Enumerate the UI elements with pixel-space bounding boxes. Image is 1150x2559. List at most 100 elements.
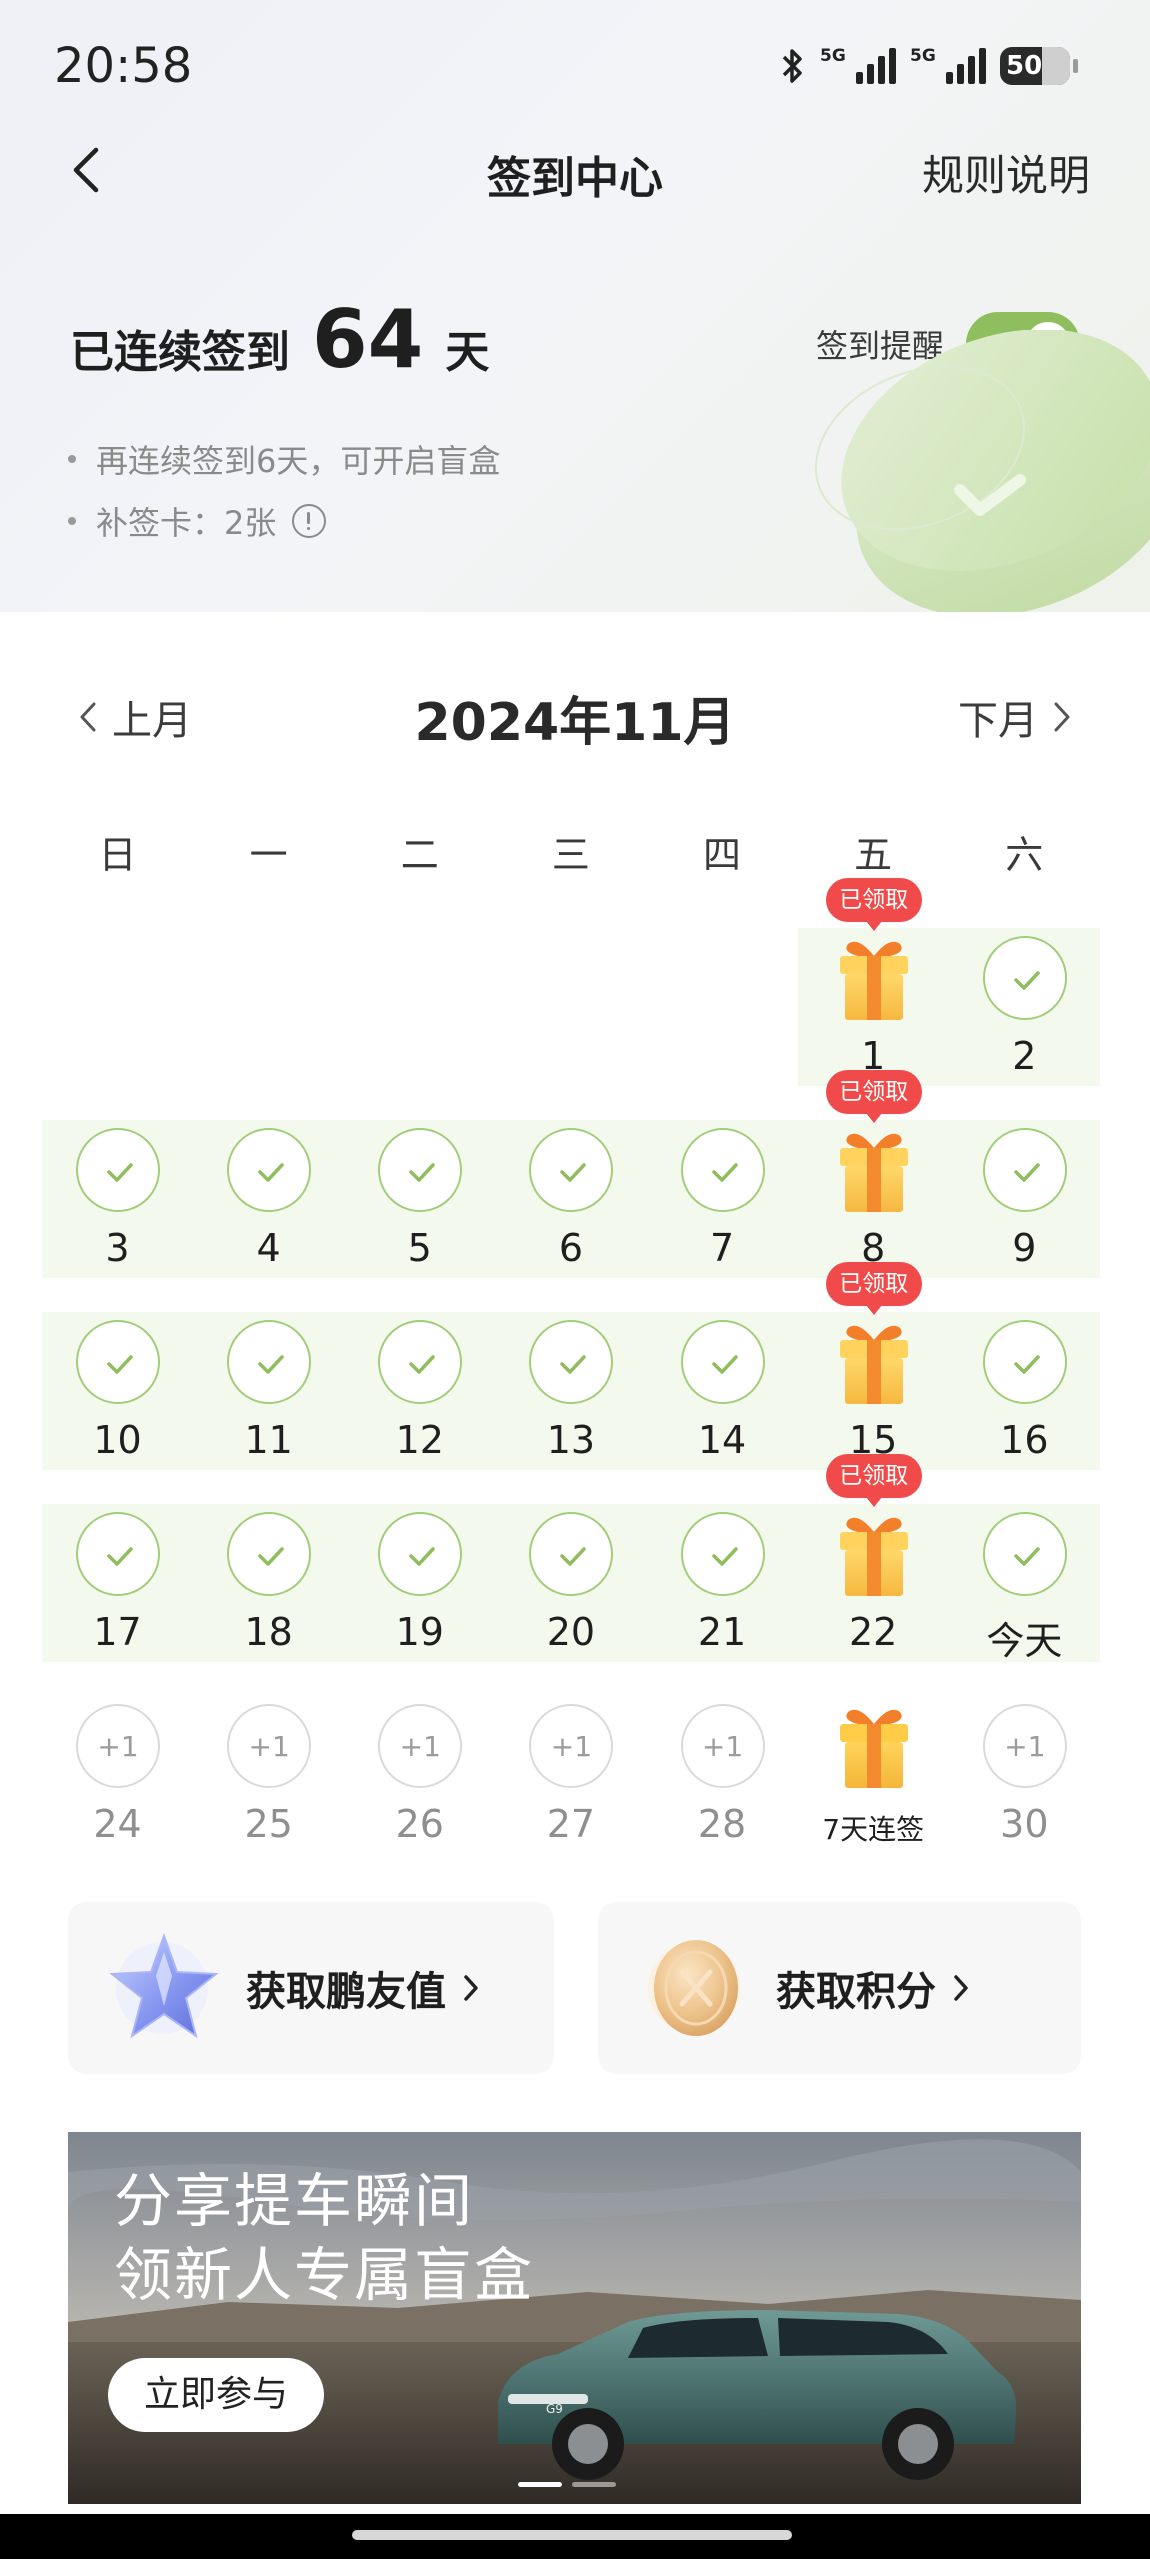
weekday-header: 日 一 二 三 四 五 六 [42, 824, 1100, 879]
day-label: 27 [546, 1802, 596, 1846]
calendar-day-cell[interactable]: 21 [647, 1512, 798, 1692]
chevron-right-icon [954, 1975, 968, 2001]
day-label: 11 [244, 1418, 293, 1462]
calendar-day-cell[interactable]: 12 [344, 1320, 495, 1500]
day-label: 21 [697, 1610, 747, 1654]
day-label: 26 [395, 1802, 444, 1846]
calendar-day-cell[interactable]: 19 [344, 1512, 495, 1692]
calendar-day-cell[interactable]: 已领取 22 [798, 1454, 949, 1692]
check-icon [378, 1512, 463, 1596]
day-label: 30 [1000, 1802, 1049, 1846]
signal-icon: 5G [910, 46, 986, 86]
calendar-day-cell[interactable]: 18 [193, 1512, 344, 1692]
day-label: 28 [697, 1802, 747, 1846]
weekday-label: 二 [400, 833, 439, 877]
check-icon [227, 1128, 312, 1212]
day-label: 14 [697, 1418, 747, 1462]
car-badge: G9 [546, 2402, 563, 2416]
back-button[interactable] [60, 138, 120, 202]
get-friend-points-button[interactable]: 获取鹏友值 [68, 1902, 554, 2074]
plus-one-icon: +1 [982, 1704, 1067, 1788]
calendar-day-cell[interactable]: 6 [495, 1128, 646, 1308]
chevron-right-icon [464, 1975, 478, 2001]
month-navigation: 上月 2024年11月 下月 [0, 676, 1150, 756]
calendar-day-cell[interactable]: +1 27 [495, 1704, 646, 1884]
info-icon[interactable] [292, 504, 327, 538]
plus-one-icon: +1 [378, 1704, 463, 1788]
banner-subheadline: 领新人专属盲盒 [114, 2241, 535, 2309]
star-icon [109, 1933, 219, 2039]
home-indicator[interactable] [352, 2530, 792, 2540]
check-icon [529, 1512, 614, 1596]
calendar-day-cell[interactable]: +1 30 [949, 1704, 1100, 1884]
day-label: 16 [1000, 1418, 1049, 1462]
points-label: 获取积分 [776, 1969, 936, 2015]
day-label: 24 [93, 1802, 142, 1846]
claimed-badge: 已领取 [825, 878, 922, 931]
calendar-day-cell[interactable]: 10 [42, 1320, 193, 1500]
calendar-day-cell[interactable]: 9 [949, 1128, 1100, 1308]
streak-notes: 再连续签到6天，可开启盲盒 补签卡：2张 [68, 428, 500, 552]
day-label: 19 [395, 1610, 444, 1654]
calendar-day-cell[interactable]: 16 [949, 1320, 1100, 1500]
day-label: 4 [256, 1226, 281, 1270]
claimed-badge: 已领取 [825, 1070, 922, 1123]
join-now-button[interactable]: 立即参与 [108, 2358, 324, 2432]
note-makeup-card-text: 补签卡：2张 [96, 504, 277, 542]
signal-icon: 5G [820, 46, 896, 86]
calendar-day-cell[interactable]: 4 [193, 1128, 344, 1308]
check-icon [529, 1320, 614, 1404]
calendar-day-cell[interactable]: 7 [647, 1128, 798, 1308]
day-label: 10 [93, 1418, 142, 1462]
next-month-button[interactable]: 下月 [958, 688, 1072, 746]
coin-icon [648, 1940, 740, 2036]
calendar-day-cell[interactable]: 7天连签 [798, 1704, 949, 1884]
pagination-dot[interactable] [518, 2482, 562, 2487]
check-icon [378, 1128, 463, 1212]
weekday-label: 一 [249, 833, 288, 877]
weekday-label: 三 [551, 833, 590, 877]
gift-icon [834, 1124, 914, 1216]
streak-summary: 已连续签到 64 天 [70, 300, 489, 380]
weekday-label: 五 [854, 833, 893, 877]
weekday-label: 六 [1005, 833, 1044, 877]
plus-one-icon: +1 [76, 1704, 160, 1788]
get-points-button[interactable]: 获取积分 [598, 1902, 1081, 2074]
day-label: 今天 [986, 1619, 1063, 1663]
battery-icon: 50 [1000, 47, 1078, 85]
bluetooth-icon [782, 49, 802, 83]
calendar-day-cell[interactable]: +1 25 [193, 1704, 344, 1884]
calendar-day-cell[interactable]: 17 [42, 1512, 193, 1692]
bullet-dot [68, 517, 76, 525]
check-icon [982, 936, 1067, 1020]
day-label: 2 [1012, 1034, 1037, 1078]
calendar-day-cell[interactable]: 3 [42, 1128, 193, 1308]
banner-headline: 分享提车瞬间 [114, 2167, 475, 2235]
pagination-dot[interactable] [572, 2482, 616, 2487]
calendar-day-cell[interactable]: 11 [193, 1320, 344, 1500]
check-icon [982, 1128, 1067, 1212]
calendar-day-cell[interactable]: 13 [495, 1320, 646, 1500]
weekday-label: 日 [98, 833, 137, 877]
prev-month-button[interactable]: 上月 [78, 688, 192, 746]
claimed-badge: 已领取 [825, 1262, 922, 1315]
plus-one-icon: +1 [680, 1704, 765, 1788]
calendar-day-cell[interactable]: 14 [647, 1320, 798, 1500]
check-icon [76, 1512, 160, 1596]
calendar-day-cell[interactable]: 5 [344, 1128, 495, 1308]
calendar-day-cell[interactable]: 今天 [949, 1512, 1100, 1692]
check-icon [680, 1320, 765, 1404]
streak-suffix: 天 [445, 327, 490, 378]
check-icon [76, 1128, 160, 1212]
promo-banner[interactable]: 分享提车瞬间 领新人专属盲盒 G9 立即参与 [68, 2132, 1081, 2504]
calendar-day-cell[interactable]: 2 [949, 936, 1100, 1116]
calendar-day-cell[interactable]: +1 26 [344, 1704, 495, 1884]
calendar-day-cell[interactable]: +1 24 [42, 1704, 193, 1884]
chevron-right-icon [1054, 702, 1070, 732]
streak-prefix: 已连续签到 [70, 327, 290, 378]
calendar-day-cell[interactable]: +1 28 [647, 1704, 798, 1884]
day-label: 13 [546, 1418, 596, 1462]
friend-points-label: 获取鹏友值 [246, 1969, 446, 2015]
calendar-day-cell[interactable]: 20 [495, 1512, 646, 1692]
rules-link[interactable]: 规则说明 [922, 142, 1090, 203]
